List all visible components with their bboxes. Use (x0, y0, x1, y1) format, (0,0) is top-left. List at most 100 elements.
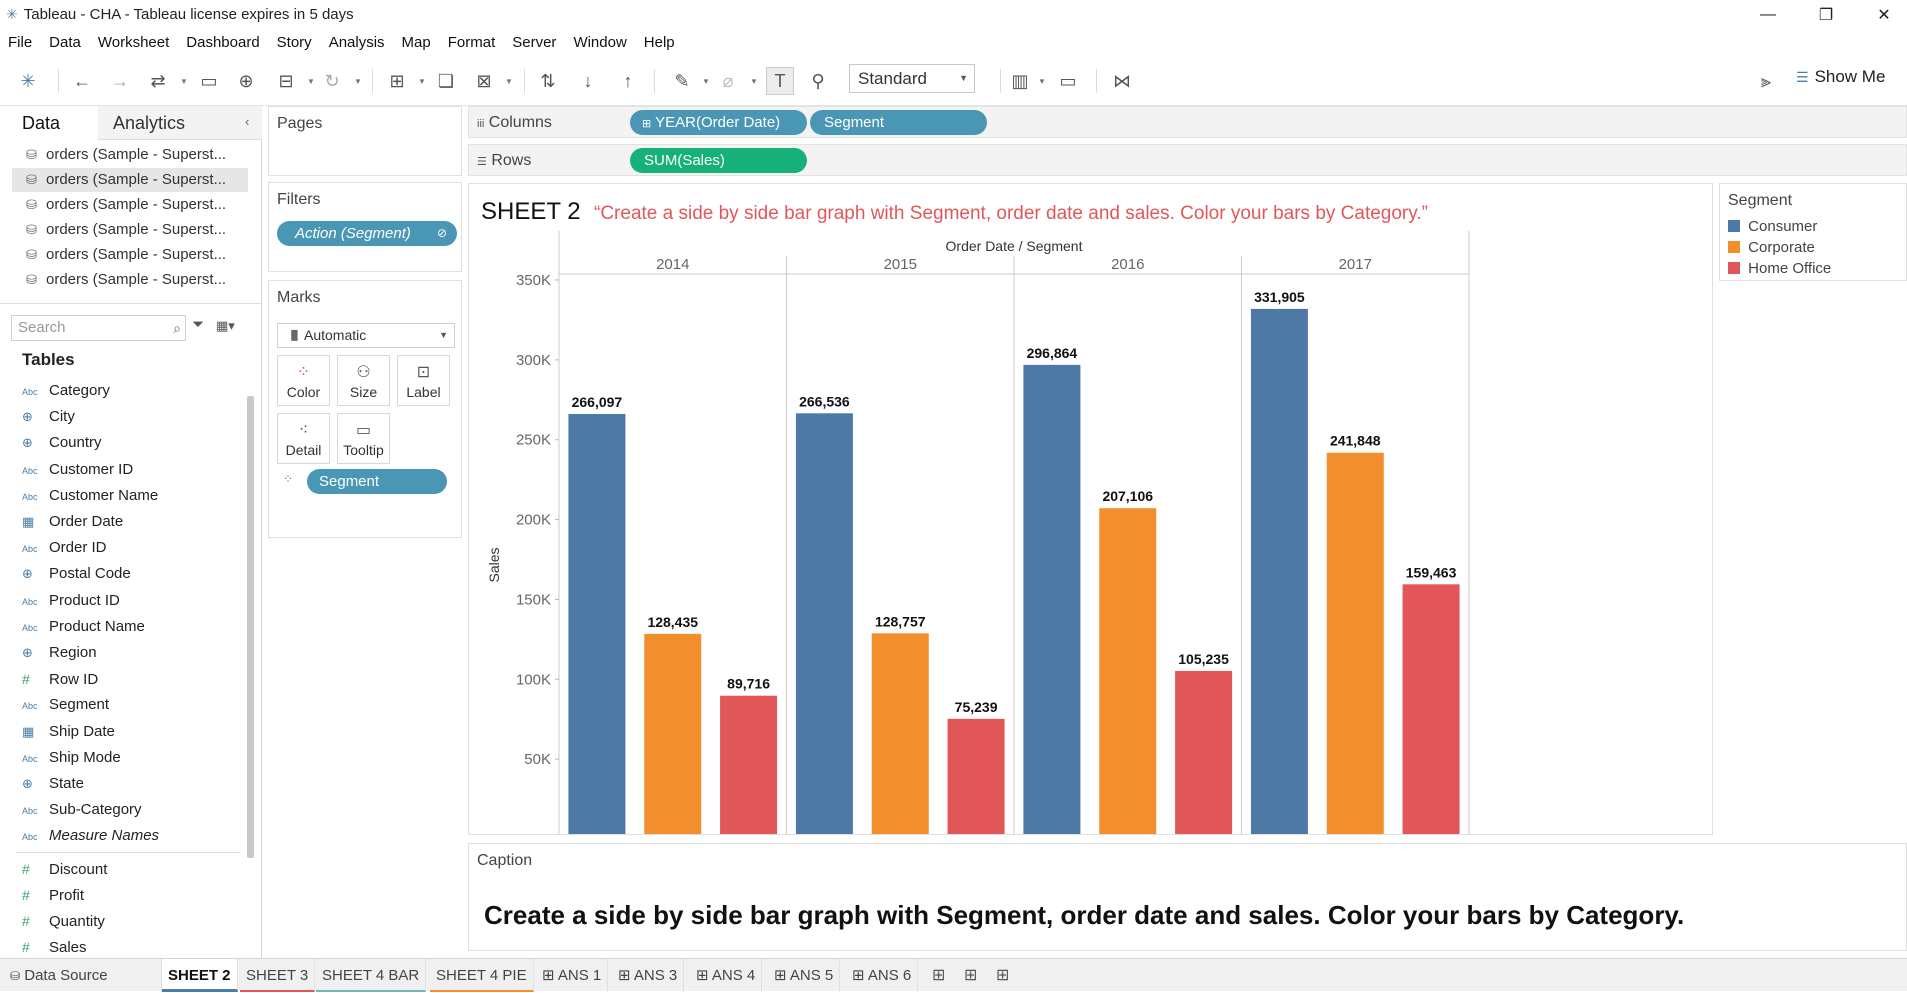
label-button[interactable]: ⊡ Label (397, 355, 450, 406)
tab-ans-6[interactable]: ⊞ ANS 6 (846, 959, 919, 992)
field-item[interactable]: Abc Product ID (22, 588, 120, 614)
field-item[interactable]: ⊕ State (22, 771, 84, 797)
field-item[interactable]: Abc Customer ID (22, 457, 133, 483)
datasource-item[interactable]: ⛁ orders (Sample - Superst... (12, 143, 248, 167)
pages-card[interactable]: Pages (268, 106, 462, 176)
field-item[interactable]: Abc Category (22, 378, 110, 404)
tab-sheet-2[interactable]: SHEET 2 (162, 959, 238, 992)
field-item[interactable]: Abc Ship Mode (22, 745, 121, 771)
duplicate-sheet-icon[interactable]: ❏ (432, 67, 460, 95)
menu-window[interactable]: Window (565, 34, 635, 51)
refresh-icon[interactable]: ↻ (318, 67, 346, 95)
filters-card[interactable]: Filters Action (Segment) ⊘ (268, 182, 462, 272)
datasource-item[interactable]: ⛁ orders (Sample - Superst... (12, 218, 248, 242)
datasource-item[interactable]: ⛁ orders (Sample - Superst... (12, 193, 248, 217)
tab-ans-4[interactable]: ⊞ ANS 4 (690, 959, 763, 992)
share-icon[interactable]: ⋈ (1108, 67, 1136, 95)
legend-item-consumer[interactable]: Consumer (1728, 218, 1817, 235)
show-mark-labels-icon[interactable]: T (766, 67, 794, 95)
sort-descending-icon[interactable]: ↑ (614, 67, 642, 95)
field-item[interactable]: Abc Product Name (22, 614, 145, 640)
field-item[interactable]: ⊕ Country (22, 430, 102, 456)
tab-ans-1[interactable]: ⊞ ANS 1 (536, 959, 609, 992)
menu-worksheet[interactable]: Worksheet (90, 34, 178, 51)
show-me-button[interactable]: ☰ Show Me (1796, 62, 1885, 92)
close-button[interactable]: ✕ (1861, 0, 1907, 29)
datasource-item[interactable]: ⛁ orders (Sample - Superst... (12, 268, 248, 292)
tab-sheet-4-pie[interactable]: SHEET 4 PIE (430, 959, 534, 992)
scrollbar[interactable] (247, 396, 254, 858)
filter-pill[interactable]: Action (Segment) ⊘ (277, 221, 457, 246)
search-input[interactable]: Search ⌕ (11, 315, 186, 341)
legend-item-corporate[interactable]: Corporate (1728, 239, 1815, 256)
pause-updates-icon[interactable]: ⊟ (272, 67, 300, 95)
new-worksheet-icon[interactable]: ⊞ (383, 67, 411, 95)
tab-analytics[interactable]: Analytics (98, 106, 262, 140)
tableau-home-icon[interactable]: ✳ (14, 67, 42, 95)
mark-type-select[interactable]: ▐▌ Automatic ▼ (277, 323, 455, 348)
ask-data-icon[interactable]: ⫸ (1752, 67, 1780, 95)
filter-icon[interactable]: ⏷ (192, 316, 204, 333)
segment-pill[interactable]: Segment (307, 469, 447, 494)
clear-sheet-icon[interactable]: ⊠ (470, 67, 498, 95)
legend-item-home-office[interactable]: Home Office (1728, 260, 1831, 277)
measure-item[interactable]: # Discount (22, 856, 107, 882)
measure-item[interactable]: # Profit (22, 882, 84, 908)
highlight-icon[interactable]: ✎ (668, 67, 696, 95)
menu-file[interactable]: File (0, 34, 41, 51)
segment-column-pill[interactable]: Segment (810, 110, 987, 135)
field-item[interactable]: Abc Customer Name (22, 483, 158, 509)
redo-icon[interactable]: → (106, 67, 134, 95)
fix-axes-icon[interactable]: ⚲ (804, 67, 832, 95)
rows-shelf[interactable]: ☰ Rows SUM(Sales) (468, 144, 1907, 176)
tab-sheet-3[interactable]: SHEET 3 (240, 959, 316, 992)
new-worksheet-icon[interactable]: ⊞ (932, 965, 945, 985)
tab-data-source[interactable]: ⛁ Data Source (6, 959, 162, 992)
field-item[interactable]: ▦ Order Date (22, 509, 123, 535)
field-item[interactable]: # Row ID (22, 666, 98, 692)
field-item[interactable]: Abc Order ID (22, 535, 107, 561)
field-item[interactable]: Abc Sub-Category (22, 797, 142, 823)
sum-sales-pill[interactable]: SUM(Sales) (630, 148, 807, 173)
columns-shelf[interactable]: iii Columns ⊞ YEAR(Order Date) Segment (468, 106, 1907, 138)
datasource-item[interactable]: ⛁ orders (Sample - Superst... (12, 168, 248, 192)
fit-select[interactable]: Standard ▼ (849, 64, 975, 93)
sort-ascending-icon[interactable]: ↓ (574, 67, 602, 95)
group-members-icon[interactable]: ⌀ (714, 67, 742, 95)
detail-button[interactable]: ⁖ Detail (277, 413, 330, 464)
color-button[interactable]: ⁘ Color (277, 355, 330, 406)
tab-ans-3[interactable]: ⊞ ANS 3 (612, 959, 685, 992)
tab-ans-5[interactable]: ⊞ ANS 5 (768, 959, 841, 992)
collapse-pane-icon[interactable]: ‹ (245, 114, 249, 129)
size-button[interactable]: ⚇ Size (337, 355, 390, 406)
new-datasource-icon[interactable]: ⊕ (232, 67, 260, 95)
field-item[interactable]: ⊕ Postal Code (22, 561, 131, 587)
field-item[interactable]: ⊕ Region (22, 640, 97, 666)
show-cards-icon[interactable]: ▥ (1006, 67, 1034, 95)
field-item[interactable]: Abc Measure Names (22, 823, 159, 849)
menu-analysis[interactable]: Analysis (321, 34, 394, 51)
tooltip-button[interactable]: ▭ Tooltip (337, 413, 390, 464)
field-item[interactable]: Abc Segment (22, 692, 109, 718)
datasource-item[interactable]: ⛁ orders (Sample - Superst... (12, 243, 248, 267)
menu-help[interactable]: Help (636, 34, 684, 51)
presentation-mode-icon[interactable]: ▭ (1054, 67, 1082, 95)
menu-dashboard[interactable]: Dashboard (178, 34, 268, 51)
menu-data[interactable]: Data (41, 34, 90, 51)
measure-item[interactable]: # Sales (22, 934, 87, 960)
menu-format[interactable]: Format (440, 34, 505, 51)
tab-sheet-4-bar[interactable]: SHEET 4 BAR (316, 959, 427, 992)
tab-data[interactable]: Data (0, 106, 98, 140)
minimize-button[interactable]: — (1745, 0, 1791, 29)
menu-server[interactable]: Server (504, 34, 565, 51)
view-options-icon[interactable]: ▦▾ (216, 318, 235, 334)
new-story-icon[interactable]: ⊞ (996, 965, 1009, 985)
undo-icon[interactable]: ← (68, 67, 96, 95)
restore-button[interactable]: ❐ (1803, 0, 1849, 29)
menu-story[interactable]: Story (269, 34, 321, 51)
field-item[interactable]: ▦ Ship Date (22, 719, 115, 745)
save-icon[interactable]: ▭ (195, 67, 223, 95)
new-dashboard-icon[interactable]: ⊞ (964, 965, 977, 985)
menu-map[interactable]: Map (394, 34, 440, 51)
measure-item[interactable]: # Quantity (22, 908, 105, 934)
